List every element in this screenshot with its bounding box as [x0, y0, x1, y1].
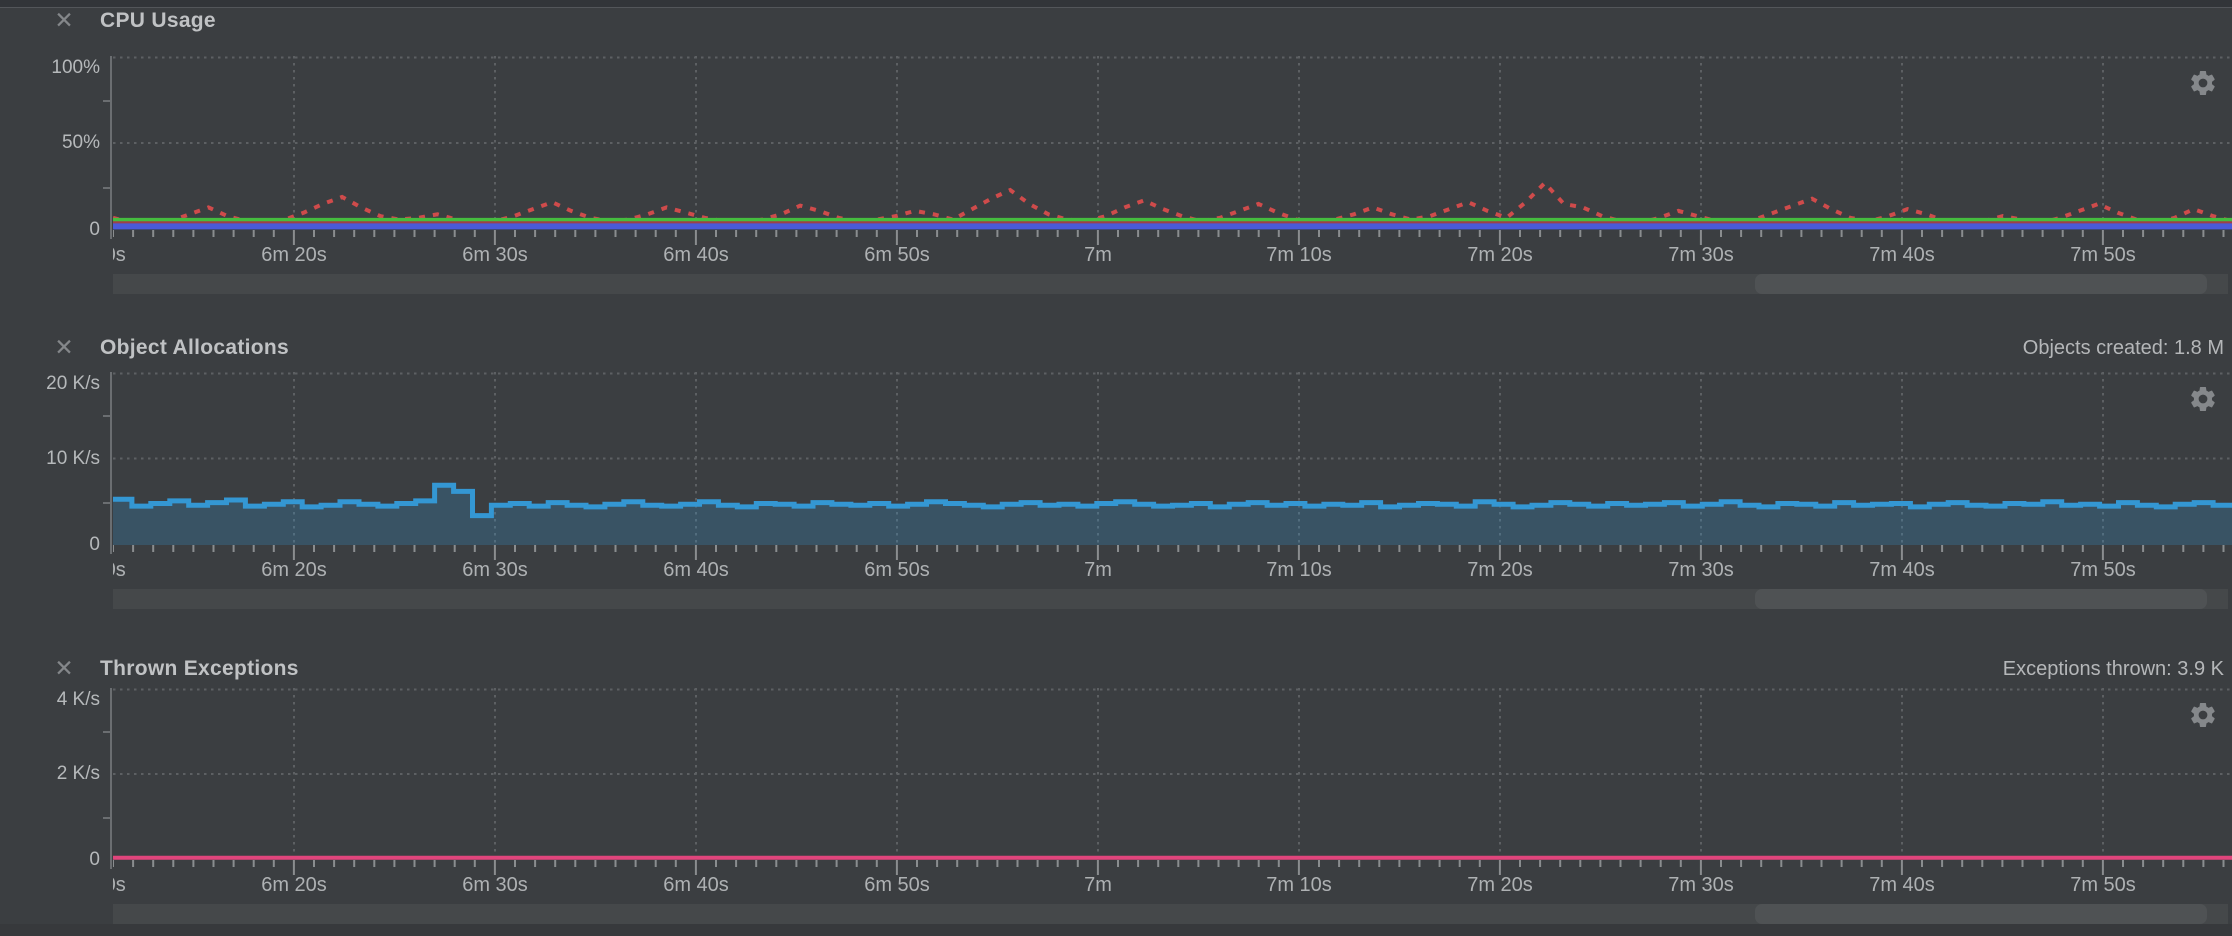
panel-title: Thrown Exceptions: [100, 655, 299, 682]
x-axis-labels: 6m 10s 6m 20s 6m 30s 6m 40s 6m 50s 7m 7m 10s 7m…: [113, 244, 2232, 270]
x-axis-label: 6m 30s: [462, 244, 528, 267]
x-axis-label: 7m 20s: [1467, 244, 1533, 267]
x-axis-label: 7m 40s: [1869, 559, 1935, 582]
gear-icon[interactable]: [2188, 384, 2218, 414]
y-axis-label: 20 K/s: [0, 373, 100, 395]
x-axis-labels: 6m 10s 6m 20s 6m 30s 6m 40s 6m 50s 7m 7m 10s 7m…: [113, 874, 2232, 900]
x-axis-label: 7m 20s: [1467, 874, 1533, 897]
y-axis-minor-tick: [103, 187, 111, 189]
cpu-usage-chart[interactable]: [113, 56, 2232, 230]
h-scrollbar[interactable]: [113, 274, 2228, 294]
y-axis-minor-tick: [103, 817, 111, 819]
x-axis-label: 7m 20s: [1467, 559, 1533, 582]
x-axis-label: 7m: [1084, 559, 1112, 582]
x-axis-label: 7m 10s: [1266, 559, 1332, 582]
thrown-exceptions-chart[interactable]: [113, 688, 2232, 860]
gear-icon[interactable]: [2188, 700, 2218, 730]
h-scrollbar-thumb[interactable]: [1755, 904, 2207, 924]
y-axis-label: 10 K/s: [0, 448, 100, 470]
object-allocations-chart[interactable]: [113, 372, 2232, 545]
y-axis-line: [110, 688, 112, 869]
h-scrollbar[interactable]: [113, 904, 2228, 924]
x-axis-label: 7m 30s: [1668, 874, 1734, 897]
x-axis-label: 6m 20s: [261, 244, 327, 267]
y-axis-label: 100%: [0, 57, 100, 79]
top-border: [0, 0, 2232, 8]
h-scrollbar-thumb[interactable]: [1755, 589, 2207, 609]
x-axis-label: 6m 10s: [113, 244, 126, 267]
h-scrollbar[interactable]: [113, 589, 2228, 609]
y-axis-label: 0: [0, 849, 100, 871]
x-axis-label: 6m 40s: [663, 244, 729, 267]
x-axis-label: 6m 30s: [462, 874, 528, 897]
x-axis-label: 7m 10s: [1266, 244, 1332, 267]
x-axis-label: 6m 50s: [864, 559, 930, 582]
x-axis-label: 7m 50s: [2070, 244, 2136, 267]
y-axis-label: 50%: [0, 132, 100, 154]
close-icon[interactable]: ✕: [51, 655, 77, 681]
x-axis-label: 7m: [1084, 874, 1112, 897]
panel-title: CPU Usage: [100, 7, 216, 34]
profiler-window: ✕ CPU Usage 100% 50% 0 6m 10s 6m 20s 6m 30…: [0, 0, 2232, 936]
y-axis-line: [110, 372, 112, 554]
h-scrollbar-thumb[interactable]: [1755, 274, 2207, 294]
x-axis-label: 6m 10s: [113, 559, 126, 582]
x-axis-label: 7m 10s: [1266, 874, 1332, 897]
panel-stat: Objects created: 1.8 M: [2023, 336, 2224, 360]
close-icon[interactable]: ✕: [51, 7, 77, 33]
x-axis-label: 6m 40s: [663, 559, 729, 582]
gear-icon[interactable]: [2188, 68, 2218, 98]
x-axis-label: 7m: [1084, 244, 1112, 267]
x-axis-label: 6m 10s: [113, 874, 126, 897]
x-axis-labels: 6m 10s 6m 20s 6m 30s 6m 40s 6m 50s 7m 7m 10s 7m…: [113, 559, 2232, 585]
bottom-strip: [0, 924, 2232, 936]
panel-stat: Exceptions thrown: 3.9 K: [2003, 657, 2224, 681]
y-axis-minor-tick: [103, 502, 111, 504]
y-axis-label: 0: [0, 534, 100, 556]
x-axis-label: 7m 50s: [2070, 559, 2136, 582]
panel-title: Object Allocations: [100, 334, 289, 361]
close-icon[interactable]: ✕: [51, 334, 77, 360]
x-axis-label: 6m 50s: [864, 244, 930, 267]
x-axis-label: 7m 30s: [1668, 244, 1734, 267]
x-axis-label: 6m 20s: [261, 874, 327, 897]
y-axis-line: [110, 56, 112, 239]
y-axis-minor-tick: [103, 415, 111, 417]
x-axis-label: 6m 30s: [462, 559, 528, 582]
x-axis-label: 7m 50s: [2070, 874, 2136, 897]
y-axis-minor-tick: [103, 731, 111, 733]
y-axis-label: 4 K/s: [0, 689, 100, 711]
x-axis-label: 7m 40s: [1869, 244, 1935, 267]
y-axis-label: 0: [0, 219, 100, 241]
y-axis-label: 2 K/s: [0, 763, 100, 785]
y-axis-minor-tick: [103, 100, 111, 102]
x-axis-label: 6m 50s: [864, 874, 930, 897]
x-axis-label: 6m 20s: [261, 559, 327, 582]
x-axis-label: 7m 30s: [1668, 559, 1734, 582]
x-axis-label: 6m 40s: [663, 874, 729, 897]
x-axis-label: 7m 40s: [1869, 874, 1935, 897]
